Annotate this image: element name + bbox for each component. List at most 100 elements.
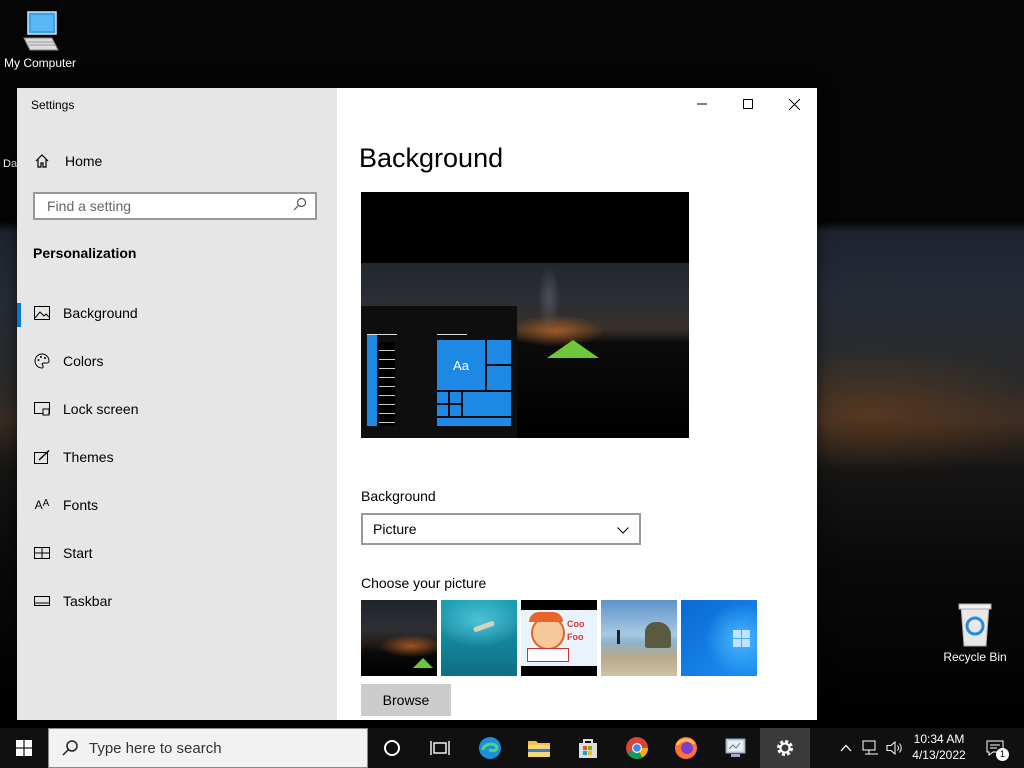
show-hidden-icons-button[interactable] [836,728,856,768]
chrome-icon [626,737,648,759]
gear-icon [777,740,793,756]
taskbar-clock[interactable]: 10:34 AM 4/13/2022 [904,731,974,763]
nav-item-colors[interactable]: Colors [17,341,337,381]
action-center-button[interactable]: 1 [980,728,1010,768]
task-view-icon [430,741,450,755]
my-computer-label: My Computer [3,56,77,70]
chevron-down-icon [617,521,629,537]
cortana-button[interactable] [368,728,416,768]
choose-picture-label: Choose your picture [361,575,487,591]
thumbnail-beach-rocks[interactable] [601,600,677,676]
page-title: Background [359,143,504,173]
settings-content: Background Aa Background Picture Choose … [337,88,817,720]
preview-tile-large: Aa [437,340,485,390]
settings-taskbar-button[interactable] [760,728,810,768]
lock-screen-icon [33,402,51,416]
my-computer-desktop-icon[interactable]: My Computer [0,10,80,70]
taskbar-icon [33,596,51,606]
nav-label: Background [63,305,138,321]
cortana-circle-icon [384,740,400,756]
preview-milky-way [529,263,569,333]
palette-icon [33,353,51,369]
home-label: Home [65,153,103,169]
browse-button[interactable]: Browse [361,684,451,716]
maximize-button[interactable] [725,88,771,120]
minimize-icon [697,103,707,105]
recycle-bin-label: Recycle Bin [943,650,1007,664]
chevron-up-icon [840,744,852,752]
maximize-icon [743,99,753,109]
minimize-button[interactable] [679,88,725,120]
thumbnail-night-sky-tent[interactable] [361,600,437,676]
nav-item-background[interactable]: Background [17,293,337,333]
remote-desktop-icon [725,738,746,757]
chrome-taskbar-button[interactable] [613,728,661,768]
clock-date: 4/13/2022 [912,748,966,762]
recycle-bin-icon [958,603,992,647]
themes-icon [33,450,51,464]
section-title: Personalization [33,245,137,261]
start-icon [33,547,51,559]
close-button[interactable] [771,88,817,120]
background-type-dropdown[interactable]: Picture [361,513,641,545]
speaker-icon [886,740,902,756]
preview-start-menu: Aa [361,306,517,438]
search-icon [293,197,307,216]
taskbar: Type here to search 10:34 AM 4/13/2022 1 [0,728,1024,768]
recycle-bin-desktop-icon[interactable]: Recycle Bin [935,602,1015,664]
network-icon [862,740,878,755]
background-preview: Aa [361,192,689,438]
thumbnail-windows-blue[interactable] [681,600,757,676]
find-setting-search[interactable] [33,192,317,220]
windows-logo-icon [16,740,32,756]
fonts-icon: AA [34,498,50,512]
start-button[interactable] [0,728,48,768]
computer-icon [23,11,59,51]
file-explorer-taskbar-button[interactable] [515,728,563,768]
picture-icon [33,306,51,320]
background-type-value: Picture [373,521,417,537]
nav-item-taskbar[interactable]: Taskbar [17,581,337,621]
store-bag-icon [579,739,597,758]
nav-item-start[interactable]: Start [17,533,337,573]
taskbar-search-placeholder: Type here to search [89,739,222,757]
nav-label: Start [63,545,93,561]
find-setting-input[interactable] [45,197,293,215]
volume-tray-button[interactable] [884,728,906,768]
nav-label: Themes [63,449,114,465]
background-type-label: Background [361,488,436,504]
thumbnail-underwater-swimmer[interactable] [441,600,517,676]
settings-window: Settings Home Personalization Background [17,88,817,720]
edge-taskbar-button[interactable] [466,728,514,768]
firefox-taskbar-button[interactable] [662,728,710,768]
nav-label: Lock screen [63,401,139,417]
settings-sidebar: Settings Home Personalization Background [17,88,337,720]
nav-item-fonts[interactable]: AA Fonts [17,485,337,525]
nav-item-lock-screen[interactable]: Lock screen [17,389,337,429]
firefox-icon [675,737,697,759]
nav-item-themes[interactable]: Themes [17,437,337,477]
nav-label: Colors [63,353,104,369]
edge-icon [479,737,501,759]
clock-time: 10:34 AM [913,732,965,746]
partial-desktop-icon-label[interactable]: Da [3,158,17,170]
preview-tile-text: Aa [453,357,469,373]
taskbar-search-box[interactable]: Type here to search [48,728,368,768]
nav-label: Taskbar [63,593,113,609]
thumbnail-cartoon-food[interactable]: Coo Foo [521,600,597,676]
thumbnail-cartoon-text: Coo Foo [567,619,585,642]
nav-label: Fonts [63,497,99,513]
preview-tent [547,340,599,358]
window-title: Settings [31,98,75,112]
notification-count-badge: 1 [996,748,1009,761]
store-taskbar-button[interactable] [564,728,612,768]
network-tray-button[interactable] [860,728,882,768]
remote-desktop-taskbar-button[interactable] [711,728,759,768]
picture-thumbnails: Coo Foo [361,600,757,676]
close-icon [788,98,800,110]
search-icon [61,739,79,757]
task-view-button[interactable] [416,728,464,768]
home-icon [33,153,51,169]
home-nav-item[interactable]: Home [33,150,102,172]
folder-icon [528,741,550,757]
